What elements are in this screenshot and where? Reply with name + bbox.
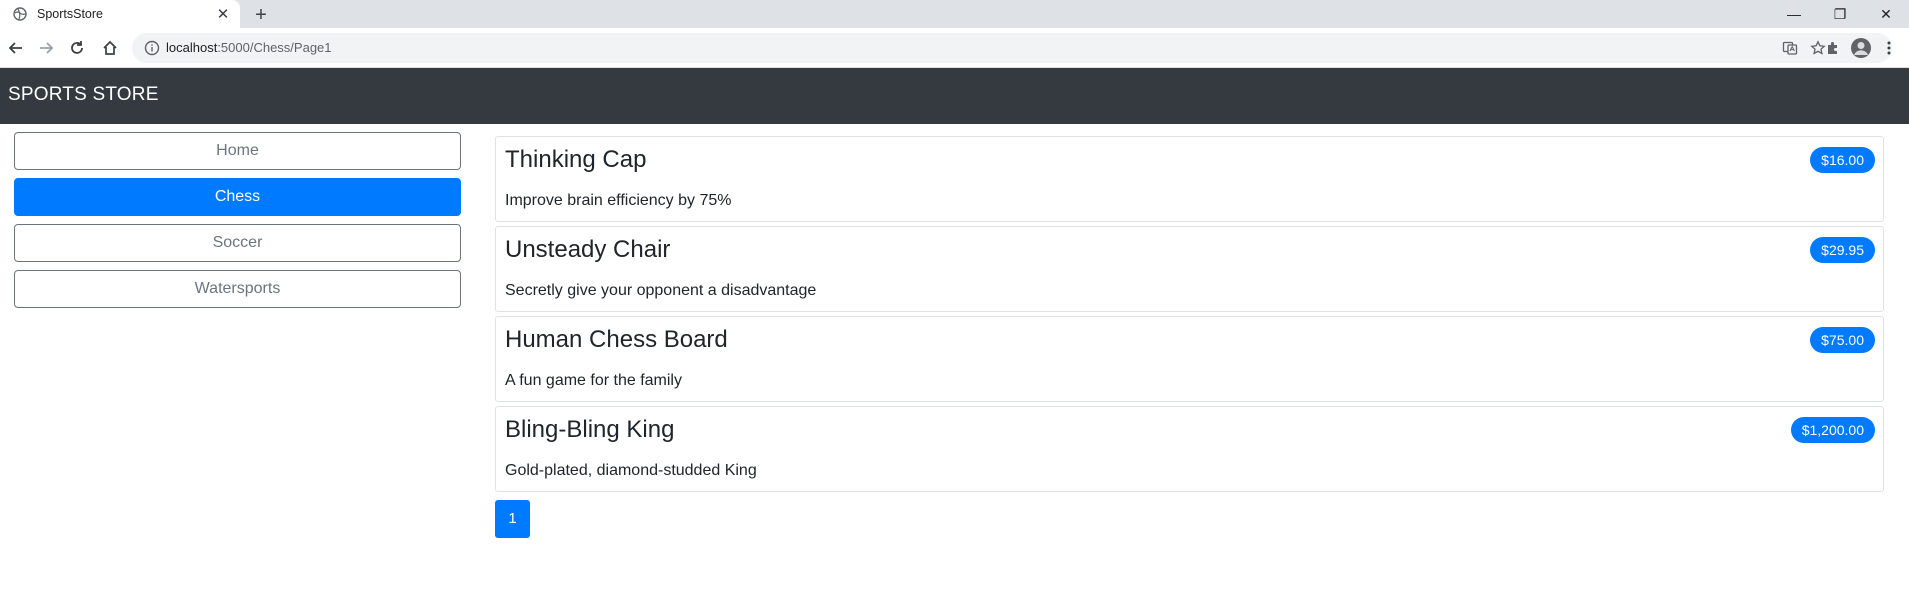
product-price-badge: $1,200.00 [1790,417,1875,443]
product-card: Human Chess Board $75.00 A fun game for … [495,316,1884,402]
site-navbar: SPORTS STORE [0,68,1909,124]
window-controls: — ❐ ✕ [1771,0,1909,28]
product-name: Thinking Cap [505,146,647,173]
category-chess-button[interactable]: Chess [14,178,461,216]
product-description: A fun game for the family [505,372,682,389]
minimize-icon[interactable]: — [1771,0,1817,28]
close-tab-icon[interactable]: ✕ [214,5,232,23]
pagination: 1 [495,500,530,538]
product-price-badge: $75.00 [1810,327,1875,353]
url-text: localhost:5000/Chess/Page1 [166,40,332,55]
category-watersports-button[interactable]: Watersports [14,270,461,308]
browser-tabstrip: SportsStore ✕ + — ❐ ✕ [0,0,1909,28]
tab-title: SportsStore [37,7,104,21]
product-description: Secretly give your opponent a disadvanta… [505,282,817,299]
category-soccer-button[interactable]: Soccer [14,224,461,262]
product-name: Bling-Bling King [505,416,675,443]
extensions-puzzle-icon[interactable] [1819,34,1847,62]
product-description: Gold-plated, diamond-studded King [505,462,757,479]
home-icon[interactable] [98,36,122,60]
menu-kebab-icon[interactable] [1875,34,1903,62]
close-window-icon[interactable]: ✕ [1863,0,1909,28]
browser-tab[interactable]: SportsStore ✕ [0,0,240,28]
product-description: Improve brain efficiency by 75% [505,192,732,209]
info-icon[interactable] [144,40,160,56]
category-home-button[interactable]: Home [14,132,461,170]
url-host: localhost [166,40,218,55]
address-bar[interactable]: localhost:5000/Chess/Page1 [132,33,1892,63]
translate-icon[interactable] [1776,34,1804,62]
page-1-button[interactable]: 1 [495,500,530,538]
browser-toolbar: localhost:5000/Chess/Page1 [0,28,1909,68]
category-sidebar: Home Chess Soccer Watersports [14,132,461,316]
product-name: Human Chess Board [505,326,728,353]
back-icon[interactable] [4,36,28,60]
product-list: Thinking Cap $16.00 Improve brain effici… [495,136,1884,496]
product-name: Unsteady Chair [505,236,671,263]
profile-avatar-icon[interactable] [1847,34,1875,62]
product-card: Bling-Bling King $1,200.00 Gold-plated, … [495,406,1884,492]
product-card: Thinking Cap $16.00 Improve brain effici… [495,136,1884,222]
reload-icon[interactable] [65,36,89,60]
product-price-badge: $29.95 [1810,237,1875,263]
globe-icon [13,7,27,21]
brand-title[interactable]: SPORTS STORE [8,84,159,106]
product-card: Unsteady Chair $29.95 Secretly give your… [495,226,1884,312]
url-path: :5000/Chess/Page1 [217,40,332,55]
forward-icon[interactable] [34,36,58,60]
restore-icon[interactable]: ❐ [1817,0,1863,28]
product-price-badge: $16.00 [1810,147,1875,173]
new-tab-icon[interactable]: + [250,4,272,26]
